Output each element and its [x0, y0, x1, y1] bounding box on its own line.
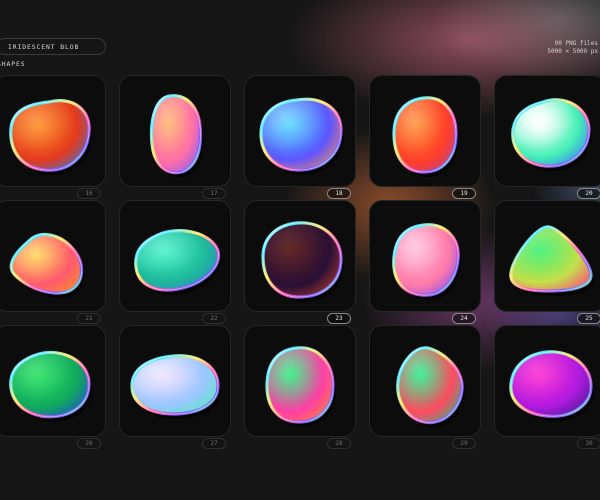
tile-number-badge: 21 — [77, 313, 101, 324]
blob-tile[interactable] — [119, 200, 231, 312]
blob-tile[interactable] — [0, 325, 106, 437]
iridescent-blob-image — [392, 96, 459, 177]
blob-tile[interactable] — [494, 200, 600, 312]
iridescent-blob-image — [509, 350, 594, 422]
iridescent-blob-image — [9, 232, 85, 299]
tile-number-badge: 28 — [327, 438, 351, 449]
iridescent-blob-image — [261, 221, 344, 302]
blob-tile[interactable] — [494, 325, 600, 437]
iridescent-blob-image — [396, 346, 466, 428]
tile-number-badge: 22 — [202, 313, 226, 324]
tile-number-badge: 20 — [577, 188, 600, 199]
iridescent-blob-image — [265, 346, 336, 427]
tile-number-badge: 16 — [77, 188, 101, 199]
blob-tile[interactable] — [0, 75, 106, 187]
iridescent-blob-image — [130, 354, 221, 419]
iridescent-blob-image — [149, 94, 204, 178]
iridescent-blob-image — [134, 229, 222, 296]
blob-tile[interactable] — [369, 75, 481, 187]
iridescent-blob-image — [392, 223, 462, 301]
tile-number-badge: 29 — [452, 438, 476, 449]
blob-tile[interactable] — [119, 75, 231, 187]
tile-number-badge: 19 — [452, 188, 476, 199]
iridescent-blob-image — [509, 225, 594, 296]
tile-number-badge: 27 — [202, 438, 226, 449]
blob-tile[interactable] — [0, 200, 106, 312]
blob-tile[interactable] — [244, 200, 356, 312]
blob-tile[interactable] — [244, 325, 356, 437]
blob-tile[interactable] — [494, 75, 600, 187]
tile-number-badge: 17 — [202, 188, 226, 199]
tile-number-badge: 23 — [327, 313, 351, 324]
iridescent-blob-image — [259, 97, 344, 175]
tile-number-badge: 24 — [452, 313, 476, 324]
blob-grid: 16 17 18 19 20 21 22 23 24 25 26 27 28 29 30 — [0, 0, 600, 500]
tile-number-badge: 18 — [327, 188, 351, 199]
blob-tile[interactable] — [244, 75, 356, 187]
iridescent-blob-image — [9, 351, 92, 422]
blob-tile[interactable] — [369, 325, 481, 437]
blob-tile[interactable] — [119, 325, 231, 437]
blob-tile[interactable] — [369, 200, 481, 312]
iridescent-blob-image — [9, 99, 93, 176]
tile-number-badge: 26 — [77, 438, 101, 449]
tile-number-badge: 30 — [577, 438, 600, 449]
tile-number-badge: 25 — [577, 313, 600, 324]
iridescent-blob-image — [511, 98, 592, 172]
